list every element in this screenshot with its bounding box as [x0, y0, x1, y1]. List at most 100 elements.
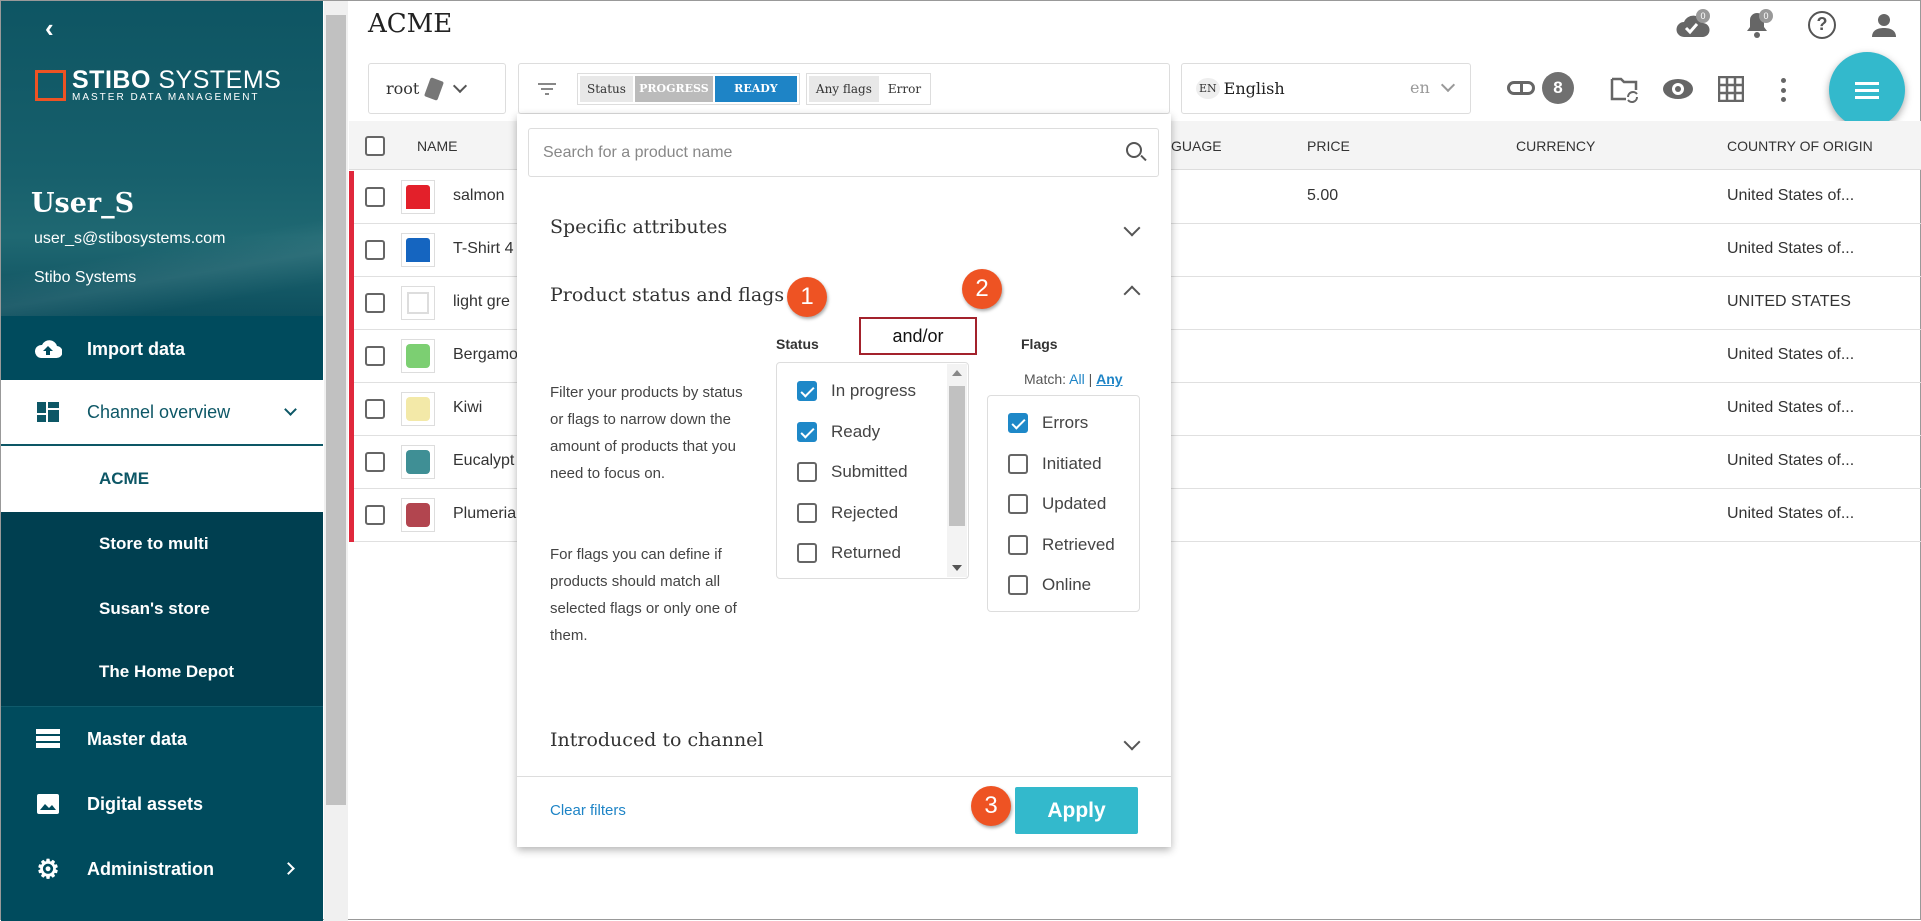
- annotation-badge-3: 3: [971, 786, 1011, 826]
- stibo-logo: STIBO SYSTEMS MASTER DATA MANAGEMENT: [35, 68, 281, 103]
- row-checkbox[interactable]: [365, 399, 385, 419]
- channel-home-depot[interactable]: The Home Depot: [1, 640, 323, 704]
- language-selector[interactable]: EN English en: [1181, 63, 1471, 114]
- product-thumbnail: [401, 498, 435, 532]
- status-list-scrollbar[interactable]: [947, 364, 967, 577]
- section-introduced-to-channel[interactable]: Introduced to channel: [550, 729, 764, 751]
- chevron-down-icon[interactable]: [1124, 220, 1141, 237]
- root-label: root: [386, 79, 419, 98]
- user-icon[interactable]: [1871, 13, 1897, 42]
- chevron-down-icon: [453, 78, 467, 92]
- filter-panel: Search for a product name Specific attri…: [517, 114, 1171, 847]
- nav-digital-assets[interactable]: Digital assets: [1, 771, 323, 837]
- apply-button[interactable]: Apply: [1015, 787, 1138, 834]
- unchecked-checkbox[interactable]: [1008, 494, 1028, 514]
- column-header-language[interactable]: GUAGE: [1171, 121, 1222, 170]
- product-name[interactable]: light gre: [453, 293, 510, 311]
- checked-checkbox[interactable]: [797, 422, 817, 442]
- row-checkbox[interactable]: [365, 240, 385, 260]
- column-header-country[interactable]: COUNTRY OF ORIGIN: [1727, 121, 1873, 170]
- unchecked-checkbox[interactable]: [1008, 535, 1028, 555]
- filter-option[interactable]: Errors: [1008, 413, 1088, 433]
- flags-filter-chip[interactable]: Any flags Error: [806, 73, 931, 105]
- nav-channel-overview[interactable]: Channel overview: [1, 380, 323, 446]
- eye-icon[interactable]: [1663, 79, 1693, 99]
- unchecked-checkbox[interactable]: [797, 543, 817, 563]
- link-count-badge[interactable]: 8: [1542, 72, 1574, 104]
- product-search-input[interactable]: Search for a product name: [528, 128, 1159, 177]
- unchecked-checkbox[interactable]: [1008, 454, 1028, 474]
- back-icon[interactable]: ‹: [45, 13, 54, 44]
- nav-master-data[interactable]: Master data: [1, 706, 323, 772]
- user-name: User_S: [31, 188, 134, 219]
- unchecked-checkbox[interactable]: [1008, 575, 1028, 595]
- row-checkbox[interactable]: [365, 187, 385, 207]
- match-any-link[interactable]: Any: [1096, 371, 1122, 387]
- filter-option[interactable]: Initiated: [1008, 454, 1102, 474]
- nav-label: Import data: [87, 339, 185, 360]
- product-thumbnail: [401, 233, 435, 267]
- product-name[interactable]: Eucalypt: [453, 452, 514, 470]
- channel-acme[interactable]: ACME: [1, 446, 323, 512]
- help-icon[interactable]: ?: [1808, 11, 1836, 39]
- filter-option[interactable]: Updated: [1008, 494, 1106, 514]
- checked-checkbox[interactable]: [797, 381, 817, 401]
- checked-checkbox[interactable]: [1008, 413, 1028, 433]
- filter-option[interactable]: Retrieved: [1008, 535, 1115, 555]
- tasks-cloud-icon[interactable]: 0: [1676, 13, 1710, 44]
- link-icon[interactable]: [1507, 81, 1535, 95]
- unchecked-checkbox[interactable]: [797, 503, 817, 523]
- status-filter-chip[interactable]: Status PROGRESS READY: [577, 73, 800, 105]
- filter-option[interactable]: Returned: [797, 543, 901, 563]
- product-thumbnail: [401, 392, 435, 426]
- andor-callout: and/or: [859, 317, 977, 355]
- option-label: Online: [1042, 575, 1091, 595]
- option-label: Returned: [831, 543, 901, 563]
- nav-administration[interactable]: ⚙ Administration: [1, 836, 323, 902]
- flags-heading: Flags: [1021, 336, 1058, 352]
- channel-label: The Home Depot: [99, 662, 234, 682]
- unchecked-checkbox[interactable]: [797, 462, 817, 482]
- sidebar: ‹ STIBO SYSTEMS MASTER DATA MANAGEMENT U…: [1, 1, 323, 921]
- clear-filters-link[interactable]: Clear filters: [550, 802, 626, 819]
- product-name[interactable]: Bergamo: [453, 346, 518, 364]
- select-all-checkbox[interactable]: [365, 136, 385, 156]
- filter-icon: [537, 83, 557, 95]
- channel-susans-store[interactable]: Susan's store: [1, 577, 323, 641]
- notification-bell-icon[interactable]: 0: [1745, 11, 1769, 44]
- product-name[interactable]: salmon: [453, 187, 505, 205]
- row-checkbox[interactable]: [365, 452, 385, 472]
- product-name[interactable]: Plumeria: [453, 505, 516, 523]
- filter-option[interactable]: Rejected: [797, 503, 898, 523]
- chevron-down-icon[interactable]: [1124, 734, 1141, 751]
- row-checkbox[interactable]: [365, 346, 385, 366]
- product-name[interactable]: T-Shirt 4: [453, 240, 513, 258]
- row-checkbox[interactable]: [365, 505, 385, 525]
- bell-count-badge: 0: [1759, 9, 1773, 23]
- channel-store-to-multi[interactable]: Store to multi: [1, 512, 323, 576]
- root-selector[interactable]: root: [368, 63, 506, 114]
- more-options-icon[interactable]: [1781, 78, 1786, 102]
- column-header-currency[interactable]: CURRENCY: [1516, 121, 1595, 170]
- channel-label: Susan's store: [99, 599, 210, 619]
- row-checkbox[interactable]: [365, 293, 385, 313]
- filter-option[interactable]: Ready: [797, 422, 880, 442]
- chevron-up-icon[interactable]: [1124, 286, 1141, 303]
- match-label: Match:: [1024, 371, 1066, 387]
- product-name[interactable]: Kiwi: [453, 399, 482, 417]
- column-header-name[interactable]: NAME: [417, 121, 457, 170]
- filter-option[interactable]: Submitted: [797, 462, 908, 482]
- filter-option[interactable]: In progress: [797, 381, 916, 401]
- nav-import-data[interactable]: Import data: [1, 316, 323, 382]
- filter-bar[interactable]: Status PROGRESS READY Any flags Error: [518, 63, 1170, 114]
- language-name: English: [1224, 79, 1285, 98]
- scrollbar-thumb[interactable]: [326, 15, 346, 805]
- filter-option[interactable]: Online: [1008, 575, 1091, 595]
- match-all-link[interactable]: All: [1069, 371, 1085, 387]
- column-header-price[interactable]: PRICE: [1307, 121, 1350, 170]
- main-menu-fab[interactable]: [1829, 52, 1905, 128]
- section-specific-attributes[interactable]: Specific attributes: [550, 216, 727, 238]
- section-status-flags[interactable]: Product status and flags: [550, 284, 784, 306]
- grid-view-icon[interactable]: [1718, 76, 1744, 107]
- folder-sync-icon[interactable]: [1610, 75, 1640, 108]
